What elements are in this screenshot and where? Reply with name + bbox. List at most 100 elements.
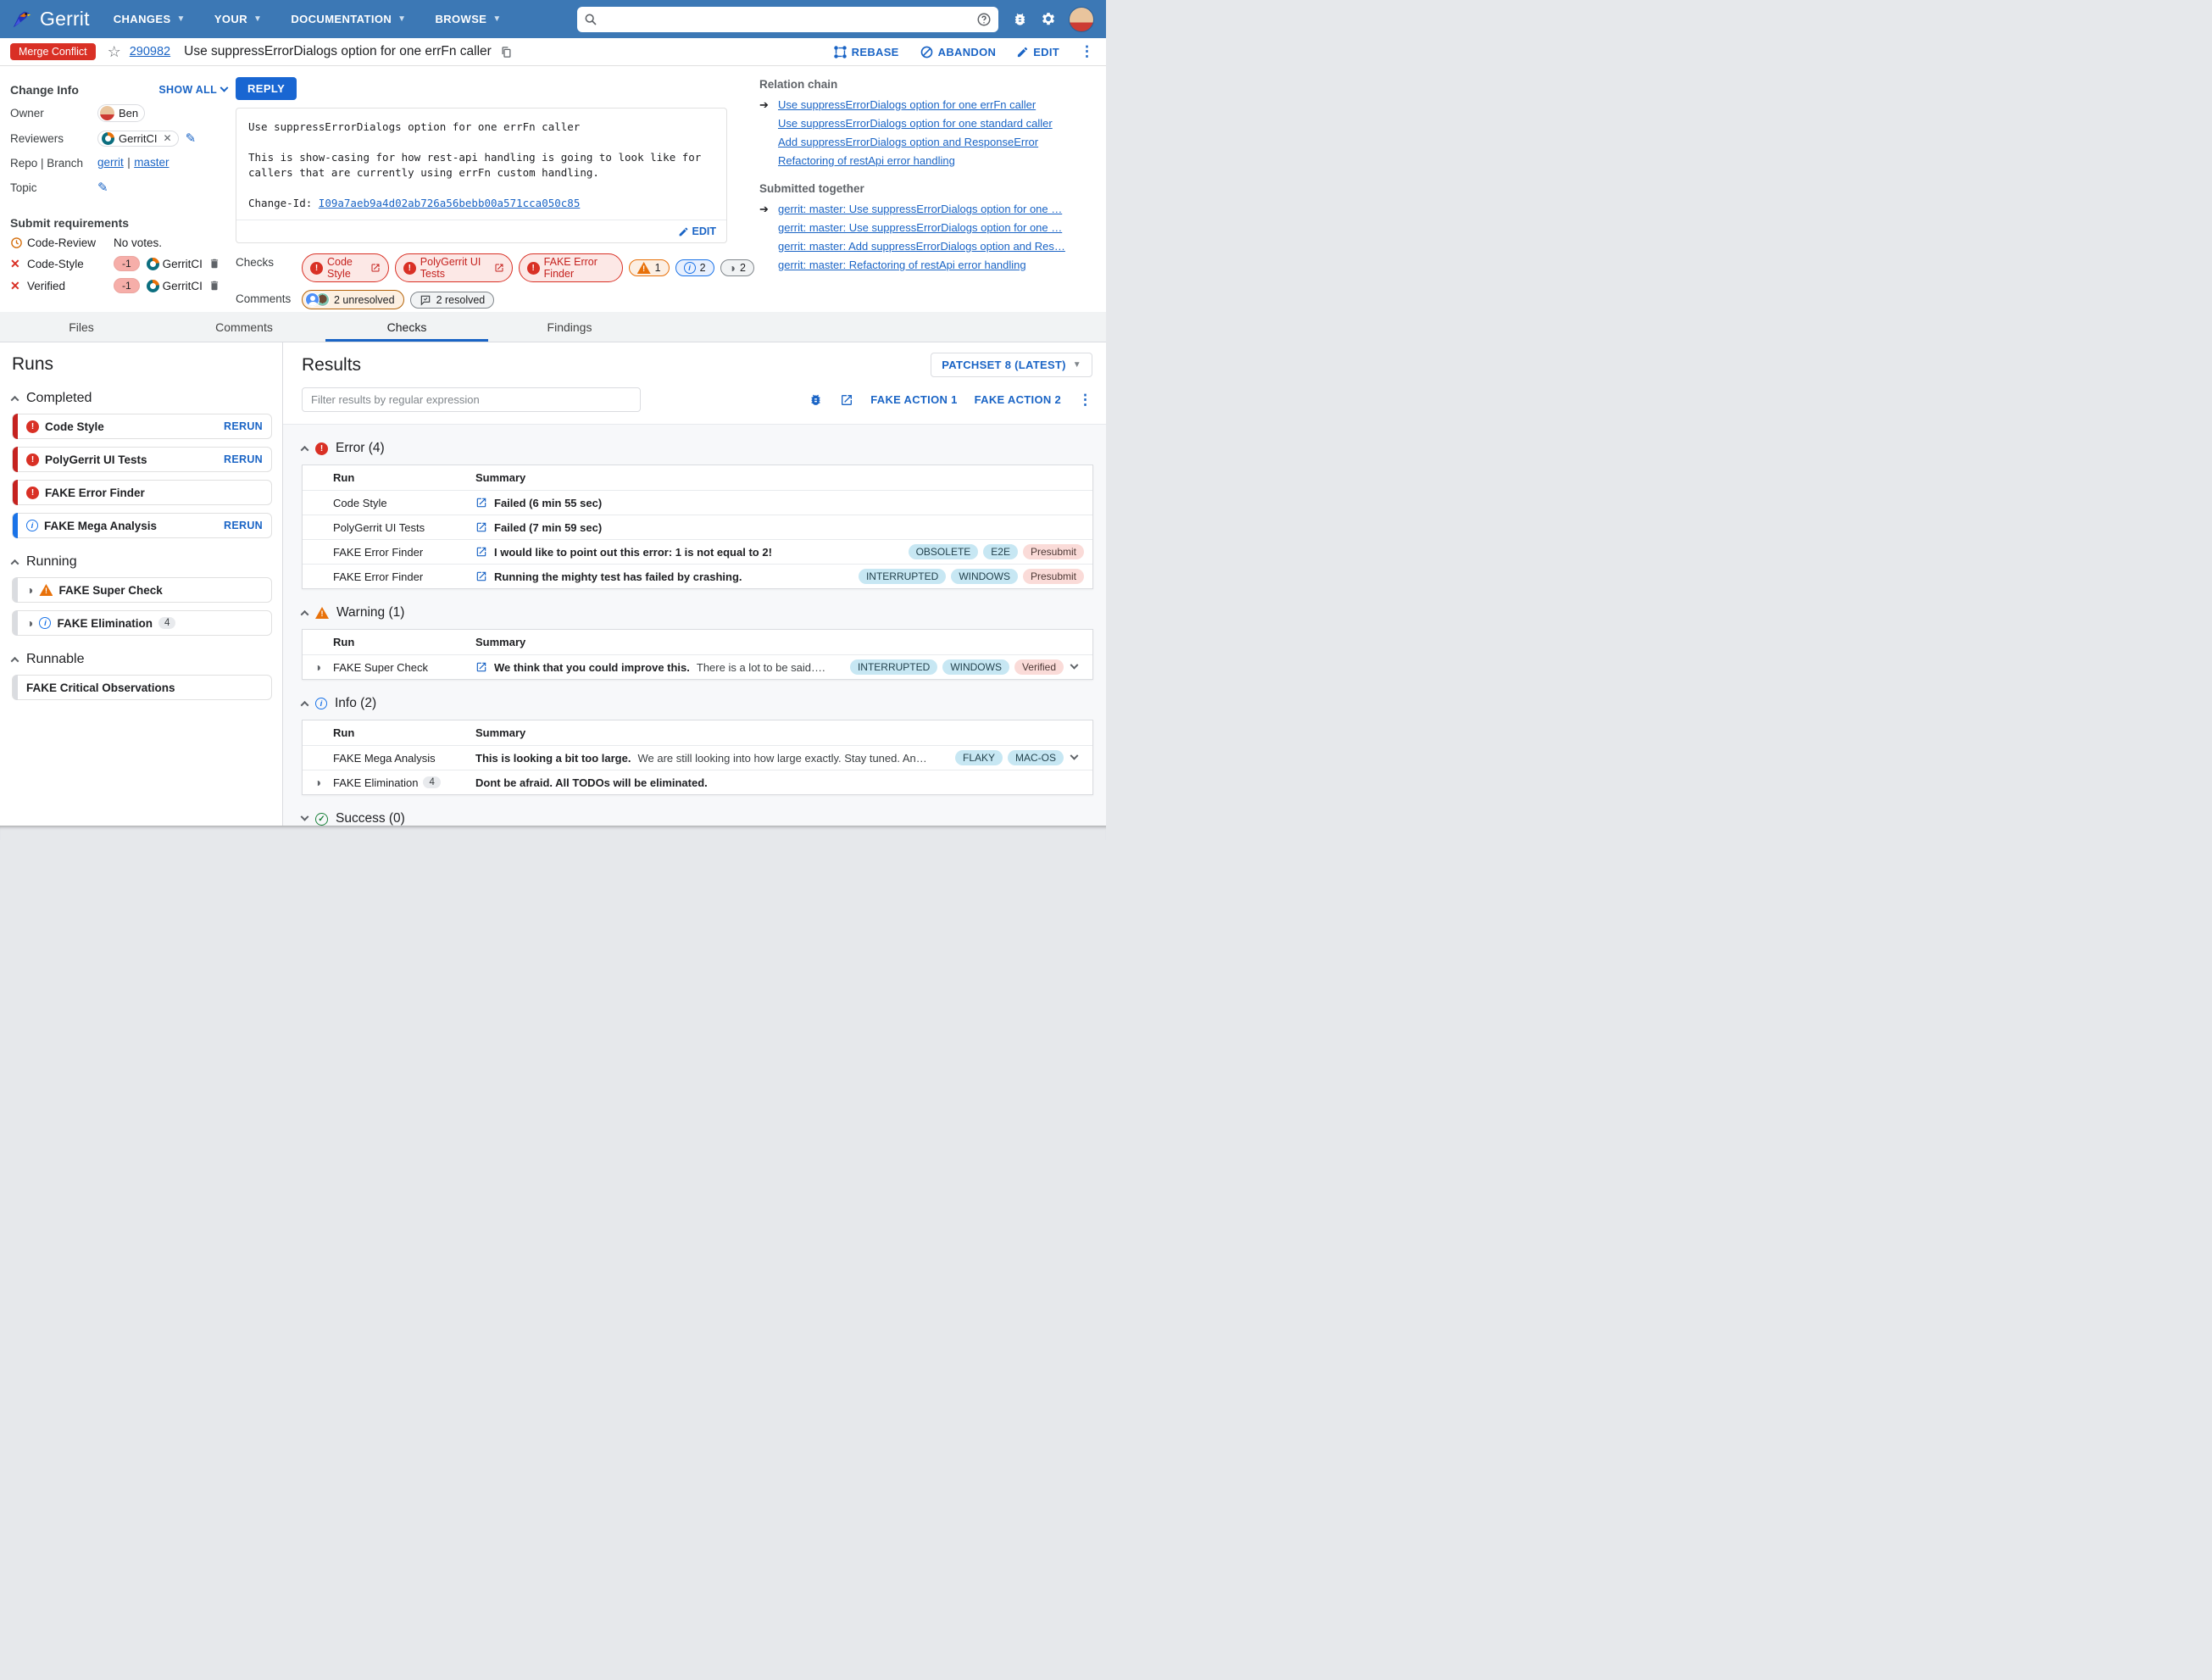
user-avatar[interactable] bbox=[1069, 6, 1094, 32]
section-error[interactable]: ! Error (4) bbox=[300, 441, 1093, 456]
owner-chip[interactable]: Ben bbox=[97, 104, 146, 122]
person-avatar-icon bbox=[305, 292, 320, 307]
remove-reviewer-icon[interactable]: ✕ bbox=[164, 132, 172, 144]
edit-topic-icon[interactable]: ✎ bbox=[97, 180, 108, 195]
result-row[interactable]: Code Style Failed (6 min 55 sec) bbox=[303, 490, 1092, 515]
expand-row-icon[interactable] bbox=[1070, 660, 1078, 670]
error-icon: ! bbox=[26, 453, 39, 466]
run-card-fake-critical-observations[interactable]: FAKE Critical Observations bbox=[12, 675, 272, 700]
external-link-icon[interactable] bbox=[475, 497, 487, 509]
section-info[interactable]: i Info (2) bbox=[300, 696, 1093, 711]
result-row[interactable]: FAKE Mega Analysis This is looking a bit… bbox=[303, 745, 1092, 770]
unresolved-comments-chip[interactable]: 2 unresolved bbox=[302, 290, 404, 309]
gerrit-brand[interactable]: Gerrit bbox=[8, 7, 90, 32]
relation-chain-link[interactable]: Add suppressErrorDialogs option and Resp… bbox=[778, 136, 1038, 148]
change-id-link[interactable]: I09a7aeb9a4d02ab726a56bebb00a571cca050c8… bbox=[319, 197, 581, 209]
nav-menu-your[interactable]: YOUR ▼ bbox=[214, 13, 262, 25]
nav-menu-changes[interactable]: CHANGES ▼ bbox=[114, 13, 186, 25]
external-link-icon[interactable] bbox=[475, 570, 487, 582]
run-card-fake-super-check[interactable]: ◑ ! FAKE Super Check bbox=[12, 577, 272, 603]
run-card-polygerrit-ui-tests[interactable]: ! PolyGerrit UI Tests RERUN bbox=[12, 447, 272, 472]
help-icon[interactable] bbox=[976, 12, 992, 27]
section-warning[interactable]: ! Warning (1) bbox=[300, 605, 1093, 620]
run-card-fake-mega-analysis[interactable]: i FAKE Mega Analysis RERUN bbox=[12, 513, 272, 538]
relation-chain-link[interactable]: Use suppressErrorDialogs option for one … bbox=[778, 98, 1036, 111]
nav-menu-browse[interactable]: BROWSE ▼ bbox=[435, 13, 501, 25]
results-filter-input[interactable] bbox=[302, 387, 641, 412]
bug-report-icon[interactable] bbox=[1012, 11, 1028, 27]
more-options-icon[interactable]: ⋮ bbox=[1080, 43, 1094, 60]
external-link-icon[interactable] bbox=[475, 521, 487, 533]
abandon-button[interactable]: ABANDON bbox=[920, 45, 997, 59]
edit-button[interactable]: EDIT bbox=[1016, 46, 1059, 58]
submitted-together-link[interactable]: gerrit: master: Refactoring of restApi e… bbox=[778, 259, 1026, 271]
relation-chain-item: Use suppressErrorDialogs option for one … bbox=[759, 114, 1092, 133]
patchset-selector[interactable]: PATCHSET 8 (LATEST) ▼ bbox=[931, 353, 1092, 377]
check-chip-running-count[interactable]: ◑ 2 bbox=[720, 259, 754, 276]
fake-action-2-button[interactable]: FAKE ACTION 2 bbox=[975, 393, 1061, 406]
clock-icon bbox=[10, 236, 27, 249]
check-chip-warning-count[interactable]: ! 1 bbox=[628, 259, 670, 276]
external-link-icon[interactable] bbox=[840, 393, 853, 407]
check-chip-info-count[interactable]: i 2 bbox=[675, 259, 714, 276]
run-card-fake-elimination[interactable]: ◑ i FAKE Elimination 4 bbox=[12, 610, 272, 636]
result-row[interactable]: ◑ FAKE Elimination 4 Dont be afraid. All… bbox=[303, 770, 1092, 794]
rebase-button[interactable]: REBASE bbox=[833, 45, 899, 59]
delete-vote-icon[interactable] bbox=[208, 280, 220, 292]
edit-commit-label: EDIT bbox=[692, 225, 716, 237]
rerun-button[interactable]: RERUN bbox=[224, 420, 263, 432]
copy-icon[interactable] bbox=[500, 46, 513, 58]
repo-link[interactable]: gerrit bbox=[97, 156, 124, 169]
external-link-icon[interactable] bbox=[475, 546, 487, 558]
tab-comments[interactable]: Comments bbox=[163, 312, 325, 342]
more-options-icon[interactable]: ⋮ bbox=[1078, 392, 1092, 409]
result-row[interactable]: ◑ FAKE Super Check We think that you cou… bbox=[303, 654, 1092, 679]
fake-action-1-button[interactable]: FAKE ACTION 1 bbox=[870, 393, 957, 406]
runs-group-runnable[interactable]: Runnable bbox=[10, 652, 272, 667]
settings-gear-icon[interactable] bbox=[1040, 11, 1057, 28]
show-all-button[interactable]: SHOW ALL bbox=[158, 83, 229, 96]
resolved-comments-chip[interactable]: 2 resolved bbox=[409, 291, 495, 309]
result-row[interactable]: PolyGerrit UI Tests Failed (7 min 59 sec… bbox=[303, 515, 1092, 539]
result-row[interactable]: FAKE Error Finder Running the mighty tes… bbox=[303, 564, 1092, 588]
tab-files[interactable]: Files bbox=[0, 312, 163, 342]
abandon-icon bbox=[920, 45, 934, 59]
star-icon[interactable]: ☆ bbox=[108, 43, 121, 61]
bug-report-icon[interactable] bbox=[809, 392, 823, 407]
delete-vote-icon[interactable] bbox=[208, 258, 220, 270]
external-link-icon[interactable] bbox=[475, 661, 487, 673]
reviewer-chip[interactable]: GerritCI ✕ bbox=[97, 130, 179, 147]
expand-row-icon[interactable] bbox=[1070, 751, 1078, 760]
relation-chain-link[interactable]: Refactoring of restApi error handling bbox=[778, 154, 955, 167]
tab-checks[interactable]: Checks bbox=[325, 312, 488, 342]
run-card-fake-error-finder[interactable]: ! FAKE Error Finder bbox=[12, 480, 272, 505]
edit-commit-button[interactable]: EDIT bbox=[678, 225, 716, 237]
nav-menu-documentation[interactable]: DOCUMENTATION ▼ bbox=[291, 13, 406, 25]
change-info-column: Change Info SHOW ALL Owner Ben Reviewers… bbox=[10, 66, 236, 312]
change-number-link[interactable]: 290982 bbox=[130, 45, 170, 58]
submitted-together-link[interactable]: gerrit: master: Use suppressErrorDialogs… bbox=[778, 203, 1062, 215]
running-icon: ◑ bbox=[314, 776, 322, 789]
branch-link[interactable]: master bbox=[134, 156, 169, 169]
check-chip-fake-error-finder[interactable]: ! FAKE Error Finder bbox=[518, 253, 623, 282]
submitted-together-link[interactable]: gerrit: master: Add suppressErrorDialogs… bbox=[778, 240, 1065, 253]
edit-reviewers-icon[interactable]: ✎ bbox=[186, 131, 197, 146]
rerun-button[interactable]: RERUN bbox=[224, 453, 263, 465]
run-card-code-style[interactable]: ! Code Style RERUN bbox=[12, 414, 272, 439]
tab-findings[interactable]: Findings bbox=[488, 312, 651, 342]
runs-group-running[interactable]: Running bbox=[10, 554, 272, 570]
section-success[interactable]: ✓ Success (0) bbox=[300, 811, 1093, 826]
check-chip-code-style[interactable]: ! Code Style bbox=[302, 253, 389, 282]
rerun-button[interactable]: RERUN bbox=[224, 520, 263, 531]
results-panel: Results PATCHSET 8 (LATEST) ▼ Filter res… bbox=[283, 342, 1106, 826]
vote-account[interactable]: GerritCI bbox=[146, 279, 203, 292]
result-row[interactable]: FAKE Error Finder I would like to point … bbox=[303, 539, 1092, 564]
search-input[interactable] bbox=[603, 13, 976, 25]
submitted-together-link[interactable]: gerrit: master: Use suppressErrorDialogs… bbox=[778, 221, 1062, 234]
vote-account[interactable]: GerritCI bbox=[146, 257, 203, 270]
runs-group-completed[interactable]: Completed bbox=[10, 391, 272, 406]
reply-button[interactable]: REPLY bbox=[236, 77, 297, 100]
check-chip-polygerrit-ui-tests[interactable]: ! PolyGerrit UI Tests bbox=[394, 253, 513, 282]
search-bar[interactable] bbox=[577, 6, 998, 32]
relation-chain-link[interactable]: Use suppressErrorDialogs option for one … bbox=[778, 117, 1053, 130]
